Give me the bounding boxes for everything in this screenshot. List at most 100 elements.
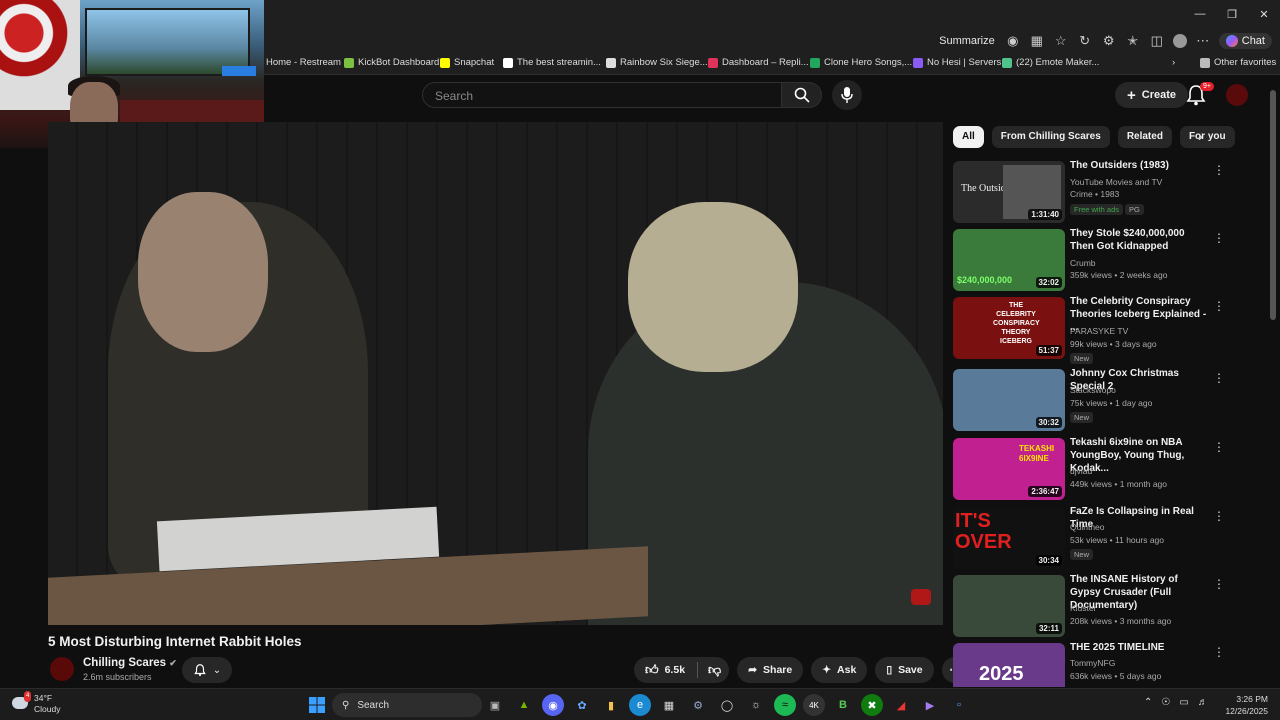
search-input[interactable]: Search [422,82,782,108]
b-app-icon[interactable]: B [832,694,854,716]
thumbs-down-icon[interactable]: 👎︎ [708,662,721,678]
recommendation-item[interactable]: IT'S OVER 30:34 FaZe Is Collapsing in Re… [953,506,1253,571]
video-title: 5 Most Disturbing Internet Rabbit Holes [48,634,302,649]
scrollbar-thumb[interactable] [1270,90,1276,320]
refresh-icon[interactable]: ↻ [1077,33,1093,49]
collections-icon[interactable]: ⚙ [1101,33,1117,49]
recommendation-item[interactable]: $240,000,000 32:02 They Stole $240,000,0… [953,228,1253,293]
edge-browser-icon[interactable]: e [629,694,651,716]
video-thumbnail[interactable]: IT'S OVER 30:34 [953,507,1065,569]
more-vertical-icon[interactable]: ⋮ [1213,509,1225,523]
steam-icon[interactable]: ⚙ [687,694,709,716]
more-vertical-icon[interactable]: ⋮ [1213,440,1225,454]
bookmark-item[interactable]: Home - Restream [266,57,341,68]
subscription-bell-button[interactable]: ⌄ [182,657,232,683]
bookmarks-overflow-icon[interactable]: › [1172,57,1175,68]
file-explorer-icon[interactable]: ▮ [600,694,622,716]
favorite-star-icon[interactable]: ☆ [1053,33,1069,49]
channel-avatar[interactable] [50,657,74,681]
microphone-icon[interactable]: ☉ [1161,697,1170,708]
video-thumbnail[interactable]: 32:11 [953,575,1065,637]
volume-icon[interactable]: ♬ [1198,697,1208,708]
restore-icon[interactable]: ❐ [1216,0,1248,28]
minimize-icon[interactable]: — [1184,0,1216,28]
recommendation-item[interactable]: 30:32 Johnny Cox Christmas Special 2 Sta… [953,368,1253,433]
bookmark-item[interactable]: Snapchat [440,57,494,68]
taskbar-search[interactable]: ⚲ Search [332,693,482,717]
video-thumbnail[interactable]: 2025 [953,643,1065,687]
voice-search-button[interactable] [832,80,862,110]
video-thumbnail[interactable]: $240,000,000 32:02 [953,229,1065,291]
chip-related[interactable]: Related [1117,126,1172,148]
video-thumbnail[interactable]: TEKASHI 6IX9INE 2:36:47 [953,438,1065,500]
task-view-icon[interactable]: ▣ [484,694,506,716]
bookmark-item[interactable]: The best streamin... [503,57,601,68]
nvidia-icon[interactable]: ▲ [513,694,535,716]
recommendation-title: The Outsiders (1983) [1070,160,1169,171]
bookmark-item[interactable]: (22) Emote Maker... [1002,57,1099,68]
video-thumbnail[interactable]: The Outsiders 1:31:40 [953,161,1065,223]
recommendation-item[interactable]: The Outsiders 1:31:40 The Outsiders (198… [953,160,1253,225]
copilot-chat-button[interactable]: Chat [1218,33,1272,49]
discord-icon[interactable]: ◉ [542,694,564,716]
share-button[interactable]: ➦ Share [737,657,804,683]
page-scrollbar[interactable] [1270,90,1276,680]
other-favorites[interactable]: Other favorites [1200,57,1276,68]
4k-app-icon[interactable]: 4K [803,694,825,716]
video-thumbnail[interactable]: THE CELEBRITY CONSPIRACY THEORY ICEBERG … [953,297,1065,359]
summarize-button[interactable]: Summarize [939,35,995,47]
bookmark-item[interactable]: Clone Hero Songs,... [810,57,912,68]
split-screen-icon[interactable]: ◫ [1149,33,1165,49]
settings-icon[interactable]: ☼ [745,694,767,716]
bookmark-item[interactable]: KickBot Dashboard [344,57,439,68]
chevron-right-icon[interactable]: › [1198,128,1203,144]
ubisoft-icon[interactable]: ◯ [716,694,738,716]
more-vertical-icon[interactable]: ⋮ [1213,371,1225,385]
clock[interactable]: 3:26 PM 12/26/2025 [1225,693,1268,717]
more-vertical-icon[interactable]: ⋮ [1213,645,1225,659]
visual-studio-icon[interactable]: ▶ [919,694,941,716]
channel-name[interactable]: Chilling Scares ✔ [83,657,177,669]
copilot-icon[interactable]: ✿ [571,694,593,716]
video-player[interactable] [48,122,943,625]
video-thumbnail[interactable]: 30:32 [953,369,1065,431]
spotify-icon[interactable]: ≈ [774,694,796,716]
more-menu-icon[interactable]: ⋯ [1195,33,1211,49]
weather-temp: 34°F [34,693,53,703]
kickbot-icon [344,57,354,68]
bookmark-item[interactable]: No Hesi | Servers [913,57,1001,68]
more-vertical-icon[interactable]: ⋮ [1213,299,1225,313]
create-button[interactable]: + Create [1115,82,1189,108]
windows-start-icon[interactable] [306,694,328,716]
ask-button[interactable]: ✦ Ask [811,657,868,683]
more-vertical-icon[interactable]: ⋮ [1213,163,1225,177]
bookmark-item[interactable]: Rainbow Six Siege... [606,57,708,68]
search-button[interactable] [782,82,822,108]
chevron-up-icon[interactable]: ⌃ [1144,697,1152,708]
microsoft-store-icon[interactable]: ▦ [658,694,680,716]
overlay-logo [222,66,256,76]
streaming-app-icon[interactable]: ◢ [890,694,912,716]
recommendation-item[interactable]: 32:11 The INSANE History of Gypsy Crusad… [953,574,1253,639]
recommendation-item[interactable]: THE CELEBRITY CONSPIRACY THEORY ICEBERG … [953,296,1253,364]
save-button[interactable]: ▯ Save [875,657,934,683]
chip-from-channel[interactable]: From Chilling Scares [991,126,1110,148]
recommendation-item[interactable]: TEKASHI 6IX9INE 2:36:47 Tekashi 6ix9ine … [953,437,1253,502]
close-icon[interactable]: ✕ [1248,0,1280,28]
active-window-icon[interactable]: ▫ [948,694,970,716]
weather-widget[interactable]: 4 34°F Cloudy [12,691,60,715]
xbox-icon[interactable]: ✖ [861,694,883,716]
like-button[interactable]: 👍︎ 6.5k 👎︎ [634,657,730,683]
extension-icon[interactable]: ▦ [1029,33,1045,49]
favorites-icon[interactable]: ✭ [1125,33,1141,49]
profile-avatar[interactable] [1172,34,1187,48]
network-icon[interactable]: ▭ [1179,697,1188,708]
search-icon [794,87,810,103]
recommendation-item[interactable]: 2025 THE 2025 TIMELINE TommyNFG 636k vie… [953,643,1253,687]
more-vertical-icon[interactable]: ⋮ [1213,577,1225,591]
bookmark-item[interactable]: Dashboard – Repli... [708,57,809,68]
chip-all[interactable]: All [953,126,984,148]
account-avatar[interactable] [1226,84,1248,106]
more-vertical-icon[interactable]: ⋮ [1213,231,1225,245]
chip-for-you[interactable]: For you [1179,126,1235,148]
